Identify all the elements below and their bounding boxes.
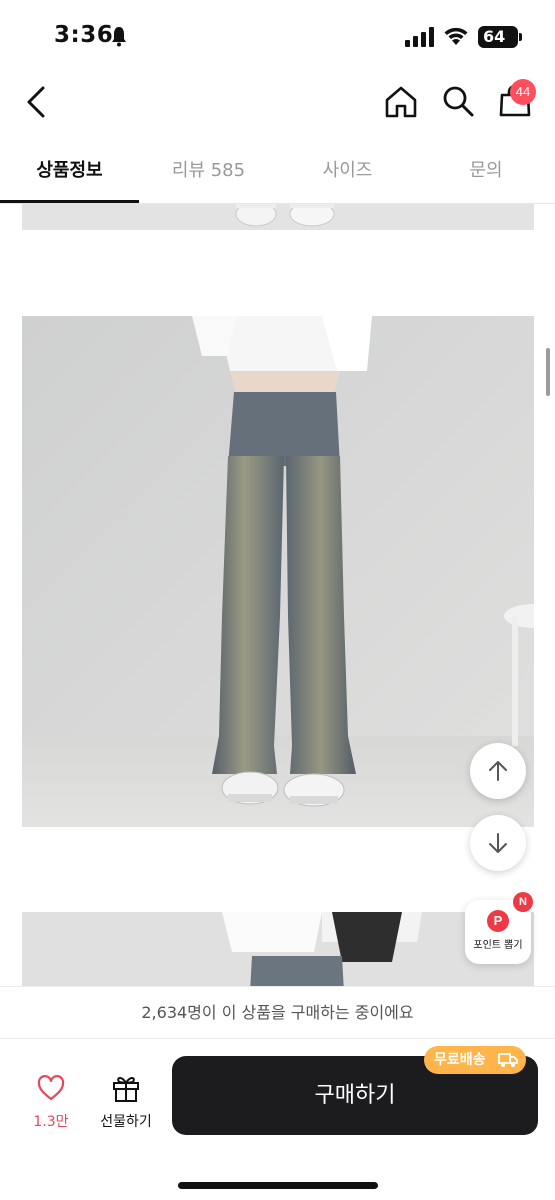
heart-icon: [37, 1075, 65, 1101]
status-bar: 3:36 64: [0, 0, 555, 70]
product-detail-page: 3:36 64 44 상품정보 리뷰 585 사이즈 문의 P 포인트 뽑기 N…: [0, 0, 555, 1200]
scroll-indicator[interactable]: [546, 348, 550, 396]
new-badge: N: [513, 892, 533, 912]
search-icon: [443, 86, 474, 117]
wifi-icon: [444, 27, 468, 45]
product-image-next: [22, 912, 534, 992]
search-button[interactable]: [440, 83, 476, 119]
app-header: 44: [0, 70, 555, 134]
free-shipping-badge: 무료배송: [424, 1046, 526, 1074]
scroll-bottom-button[interactable]: [470, 815, 526, 871]
points-icon: P: [487, 910, 509, 932]
tab-inquiry[interactable]: 문의: [417, 140, 555, 202]
points-label: 포인트 뽑기: [473, 940, 523, 951]
like-button[interactable]: 1.3만: [22, 1071, 80, 1135]
chevron-left-icon: [27, 86, 45, 118]
arrow-down-icon: [489, 833, 507, 853]
gift-button[interactable]: 선물하기: [92, 1071, 160, 1135]
product-tabs: 상품정보 리뷰 585 사이즈 문의: [0, 140, 555, 204]
tab-reviews[interactable]: 리뷰 585: [139, 140, 278, 202]
product-image-jeans: [22, 316, 534, 827]
arrow-up-icon: [489, 761, 507, 781]
battery-indicator: 64: [478, 26, 522, 48]
home-indicator[interactable]: [178, 1182, 378, 1189]
like-count: 1.3만: [33, 1114, 69, 1130]
tab-size[interactable]: 사이즈: [278, 140, 417, 202]
status-time: 3:36: [54, 22, 114, 48]
buyers-count-banner: 2,634명이 이 상품을 구매하는 중이에요: [0, 986, 555, 1038]
scroll-top-button[interactable]: [470, 743, 526, 799]
free-shipping-label: 무료배송: [434, 1052, 486, 1068]
notification-bell-icon: [112, 27, 126, 47]
bottom-action-bar: 1.3만 선물하기 구매하기 무료배송: [0, 1038, 555, 1200]
home-icon: [385, 86, 417, 118]
product-image-previous: [22, 204, 534, 230]
truck-icon: [498, 1053, 518, 1067]
cart-count-badge: 44: [510, 79, 536, 105]
active-tab-indicator: [0, 200, 139, 203]
gift-icon: [113, 1077, 139, 1102]
tab-product-info[interactable]: 상품정보: [0, 140, 139, 202]
gift-label: 선물하기: [100, 1114, 152, 1130]
back-button[interactable]: [18, 84, 54, 120]
points-draw-button[interactable]: P 포인트 뽑기 N: [465, 892, 533, 964]
cellular-signal-icon: [405, 27, 434, 47]
home-button[interactable]: [382, 84, 420, 120]
